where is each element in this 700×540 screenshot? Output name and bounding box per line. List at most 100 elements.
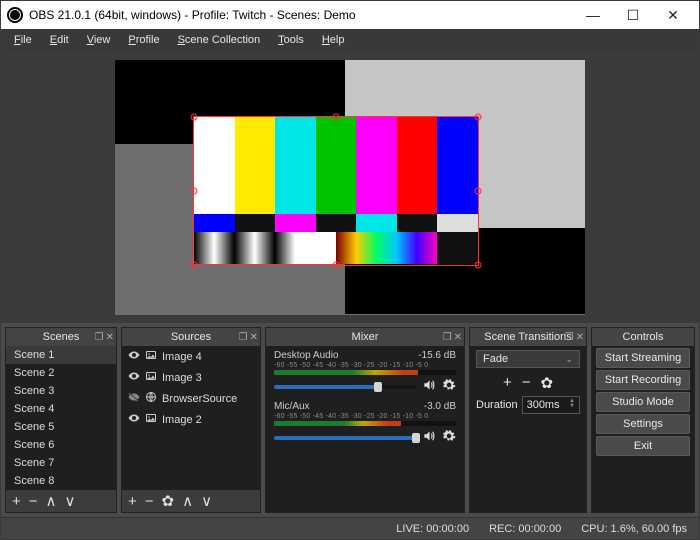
resize-handle[interactable] bbox=[475, 113, 482, 120]
remove-scene-button[interactable]: − bbox=[29, 493, 38, 510]
add-scene-button[interactable]: + bbox=[12, 493, 21, 510]
mixer-header[interactable]: Mixer ❐✕ bbox=[266, 328, 464, 346]
mixer-channel: Desktop Audio-15.6 dB -60 -55 -50 -45 -4… bbox=[266, 346, 464, 397]
minimize-button[interactable]: — bbox=[573, 1, 613, 29]
scenes-panel: Scenes ❐✕ Scene 1Scene 2Scene 3Scene 4Sc… bbox=[5, 327, 117, 513]
titlebar: OBS 21.0.1 (64bit, windows) - Profile: T… bbox=[1, 1, 699, 29]
menu-profile[interactable]: Profile bbox=[121, 32, 166, 48]
popout-icon[interactable]: ❐ bbox=[239, 332, 248, 343]
menu-view[interactable]: View bbox=[80, 32, 118, 48]
sources-list[interactable]: Image 4 Image 3 BrowserSource Image 2 bbox=[122, 346, 260, 490]
smpte-castellation bbox=[194, 214, 478, 232]
source-item[interactable]: Image 3 bbox=[122, 367, 260, 388]
move-scene-down-button[interactable]: ∨ bbox=[65, 492, 76, 510]
close-icon[interactable]: ✕ bbox=[454, 332, 462, 343]
selected-source-bounds[interactable] bbox=[193, 116, 479, 266]
close-icon[interactable]: ✕ bbox=[250, 332, 258, 343]
smpte-pluge bbox=[194, 232, 478, 265]
scene-item[interactable]: Scene 5 bbox=[6, 418, 116, 436]
channel-db: -3.0 dB bbox=[424, 401, 456, 412]
source-name: BrowserSource bbox=[162, 393, 237, 405]
source-item[interactable]: BrowserSource bbox=[122, 388, 260, 409]
menubar: File Edit View Profile Scene Collection … bbox=[1, 29, 699, 51]
move-source-down-button[interactable]: ∨ bbox=[201, 492, 212, 510]
duration-label: Duration bbox=[476, 399, 518, 411]
transition-selected-label: Fade bbox=[483, 353, 508, 365]
db-scale: -60 -55 -50 -45 -40 -35 -30 -25 -20 -15 … bbox=[274, 362, 456, 369]
statusbar: LIVE: 00:00:00 REC: 00:00:00 CPU: 1.6%, … bbox=[1, 517, 699, 539]
menu-scene-collection[interactable]: Scene Collection bbox=[171, 32, 268, 48]
maximize-button[interactable]: ☐ bbox=[613, 1, 653, 29]
close-button[interactable]: ✕ bbox=[653, 1, 693, 29]
source-item[interactable]: Image 2 bbox=[122, 409, 260, 430]
menu-help[interactable]: Help bbox=[315, 32, 352, 48]
scenes-list[interactable]: Scene 1Scene 2Scene 3Scene 4Scene 5Scene… bbox=[6, 346, 116, 490]
transitions-panel: Scene Transitions ❐✕ Fade ⌄ + − ✿ Durati… bbox=[469, 327, 587, 513]
preview-canvas[interactable] bbox=[115, 60, 585, 315]
visibility-toggle-icon[interactable] bbox=[128, 370, 140, 385]
menu-tools[interactable]: Tools bbox=[271, 32, 311, 48]
resize-handle[interactable] bbox=[191, 261, 198, 268]
spinner-icon[interactable]: ▲▼ bbox=[569, 399, 575, 411]
exit-button[interactable]: Exit bbox=[596, 436, 690, 456]
status-cpu: CPU: 1.6%, 60.00 fps bbox=[581, 523, 687, 535]
scene-item[interactable]: Scene 1 bbox=[6, 346, 116, 364]
volume-slider[interactable] bbox=[274, 436, 416, 440]
transitions-header[interactable]: Scene Transitions ❐✕ bbox=[470, 328, 586, 346]
controls-header[interactable]: Controls bbox=[592, 328, 694, 346]
mixer-title: Mixer bbox=[352, 331, 379, 343]
start-recording-button[interactable]: Start Recording bbox=[596, 370, 690, 390]
scene-item[interactable]: Scene 3 bbox=[6, 382, 116, 400]
source-item[interactable]: Image 4 bbox=[122, 346, 260, 367]
db-scale: -60 -55 -50 -45 -40 -35 -30 -25 -20 -15 … bbox=[274, 413, 456, 420]
sources-title: Sources bbox=[171, 331, 211, 343]
menu-file[interactable]: File bbox=[7, 32, 39, 48]
transitions-title: Scene Transitions bbox=[484, 331, 571, 343]
close-icon[interactable]: ✕ bbox=[106, 332, 114, 343]
resize-handle[interactable] bbox=[191, 187, 198, 194]
scene-item[interactable]: Scene 7 bbox=[6, 454, 116, 472]
resize-handle[interactable] bbox=[475, 261, 482, 268]
menu-edit[interactable]: Edit bbox=[43, 32, 76, 48]
audio-meter bbox=[274, 421, 456, 426]
scene-item[interactable]: Scene 2 bbox=[6, 364, 116, 382]
remove-transition-button[interactable]: − bbox=[522, 374, 531, 392]
popout-icon[interactable]: ❐ bbox=[443, 332, 452, 343]
sources-header[interactable]: Sources ❐✕ bbox=[122, 328, 260, 346]
speaker-icon[interactable] bbox=[422, 429, 436, 446]
scene-item[interactable]: Scene 8 bbox=[6, 472, 116, 490]
source-properties-button[interactable]: ✿ bbox=[162, 492, 175, 510]
resize-handle[interactable] bbox=[475, 187, 482, 194]
scenes-header[interactable]: Scenes ❐✕ bbox=[6, 328, 116, 346]
studio-mode-button[interactable]: Studio Mode bbox=[596, 392, 690, 412]
settings-button[interactable]: Settings bbox=[596, 414, 690, 434]
gear-icon[interactable] bbox=[442, 429, 456, 446]
visibility-toggle-icon[interactable] bbox=[128, 349, 140, 364]
resize-handle[interactable] bbox=[333, 261, 340, 268]
close-icon[interactable]: ✕ bbox=[576, 332, 584, 343]
scene-item[interactable]: Scene 6 bbox=[6, 436, 116, 454]
add-source-button[interactable]: + bbox=[128, 493, 137, 510]
scene-item[interactable]: Scene 4 bbox=[6, 400, 116, 418]
popout-icon[interactable]: ❐ bbox=[95, 332, 104, 343]
resize-handle[interactable] bbox=[333, 113, 340, 120]
transition-properties-button[interactable]: ✿ bbox=[540, 374, 553, 392]
gear-icon[interactable] bbox=[442, 378, 456, 395]
volume-slider[interactable] bbox=[274, 385, 416, 389]
add-transition-button[interactable]: + bbox=[503, 374, 512, 392]
move-scene-up-button[interactable]: ∧ bbox=[46, 492, 57, 510]
visibility-toggle-icon[interactable] bbox=[128, 412, 140, 427]
speaker-icon[interactable] bbox=[422, 378, 436, 395]
resize-handle[interactable] bbox=[191, 113, 198, 120]
transition-select[interactable]: Fade ⌄ bbox=[476, 350, 580, 368]
source-name: Image 4 bbox=[162, 351, 202, 363]
visibility-toggle-icon[interactable] bbox=[128, 391, 140, 406]
start-streaming-button[interactable]: Start Streaming bbox=[596, 348, 690, 368]
mixer-panel: Mixer ❐✕ Desktop Audio-15.6 dB -60 -55 -… bbox=[265, 327, 465, 513]
transitions-body: Fade ⌄ + − ✿ Duration 300ms ▲▼ bbox=[470, 346, 586, 512]
popout-icon[interactable]: ❐ bbox=[565, 332, 574, 343]
channel-name: Desktop Audio bbox=[274, 350, 339, 361]
remove-source-button[interactable]: − bbox=[145, 493, 154, 510]
move-source-up-button[interactable]: ∧ bbox=[182, 492, 193, 510]
duration-input[interactable]: 300ms ▲▼ bbox=[522, 396, 580, 414]
